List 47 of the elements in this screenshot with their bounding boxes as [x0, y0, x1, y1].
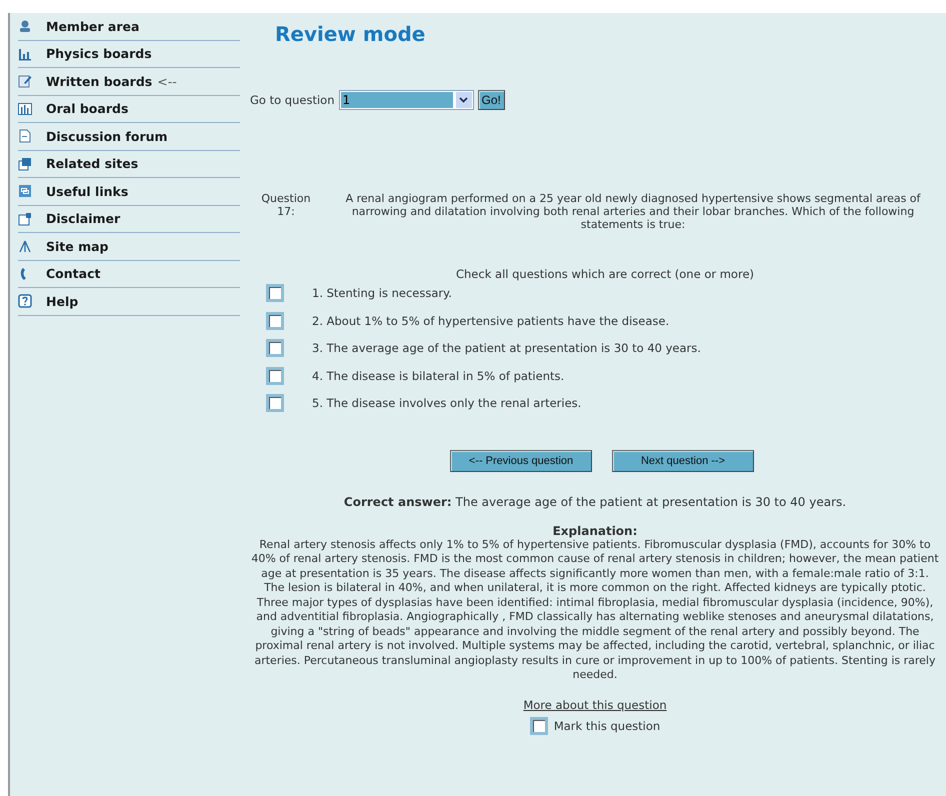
sidebar-link[interactable]: Discussion forum — [46, 128, 168, 144]
question-text: A renal angiogram performed on a 25 year old newly diagnosed hypertensive shows segmental areas of narrowing and dilatation involving both renal arteries and their lobar branches. Which of the following statements is true: — [344, 192, 922, 231]
sidebar-link[interactable]: Useful links — [46, 184, 128, 199]
sidebar-link[interactable]: Contact — [46, 266, 100, 282]
answer-option: 3. The average age of the patient at presentation is 30 to 40 years. — [312, 341, 701, 356]
explanation-heading: Explanation: — [552, 524, 638, 538]
bars-icon — [18, 46, 32, 61]
answer-option: 2. About 1% to 5% of hypertensive patients have the disease. — [312, 314, 670, 328]
mark-checkbox[interactable] — [530, 716, 548, 734]
help-icon — [18, 294, 32, 308]
answer-checkbox[interactable] — [266, 339, 284, 358]
question-number: Question 17: — [260, 192, 312, 220]
chart-icon — [18, 102, 32, 116]
next-question-button[interactable]: Next question --> — [612, 450, 754, 472]
instruction-text: Check all questions which are correct (one or more) — [456, 267, 754, 281]
answer-checkbox[interactable] — [266, 366, 284, 385]
answer-option: 4. The disease is bilateral in 5% of patients. — [312, 368, 564, 383]
sidebar-link[interactable]: Disclaimer — [46, 211, 120, 226]
note-icon — [18, 74, 32, 88]
question-select[interactable]: 1 — [338, 90, 474, 110]
go-button[interactable]: Go! — [478, 90, 505, 110]
answer-checkbox[interactable] — [266, 312, 284, 330]
doc-icon — [18, 129, 32, 144]
sidebar-link[interactable]: Help — [46, 294, 78, 309]
correct-answer: Correct answer: The average age of the patient at presentation is 30 to 40 years. — [344, 494, 846, 508]
answer-checkbox[interactable] — [266, 394, 284, 412]
chevron-down-icon — [459, 97, 468, 103]
tripod-icon — [18, 239, 32, 254]
sidebar-link[interactable]: Oral boards — [46, 101, 128, 116]
window-icon — [18, 156, 32, 171]
more-link[interactable]: More about this question — [523, 698, 667, 712]
link-icon — [18, 184, 32, 198]
answer-checkbox[interactable] — [266, 284, 284, 302]
previous-question-button[interactable]: <-- Previous question — [450, 450, 592, 472]
explanation-text: Renal artery stenosis affects only 1% to 5% of hypertensive patients. Fibromuscular dysplasia (FMD), accounts for 30% to 40% of renal artery stenosis. FMD is the most common cause of renal artery stenosis in children; however, the mean patient age at presentation is 35 years. The disease affects significantly more women than men, with a female:male ratio of 3:1. The lesion is bilateral in 40%, and when unilateral, it is more common on the right. Affected kidneys are typically ptotic. Three major types of dysplasias have been identified: intimal fibroplasia, medial fibromuscular dysplasia (incidence, 90%), and adventitial fibroplasia. Angiographically , FMD classically has alternating weblike stenoses and aneurysmal dilatations, giving a "string of beads" appearance and involving the middle segment of the renal artery and possibly beyond. The proximal renal artery is not involved. Multiple systems may be affected, including the carotid, vertebral, splanchnic, or iliac arteries. Percutaneous transluminal angioplasty results in cure or improvement in up to 100% of patients. Stenting is rarely needed. — [250, 538, 940, 682]
sidebar-link[interactable]: Physics boards — [46, 46, 152, 62]
mark-label: Mark this question — [554, 718, 660, 732]
answer-option: 5. The disease involves only the renal arteries. — [312, 396, 582, 410]
sidebar-link[interactable]: Site map — [46, 238, 108, 254]
page-title: Review mode — [275, 22, 426, 46]
sidebar-link[interactable]: Written boards — [46, 74, 152, 89]
current-marker: <-- — [157, 74, 177, 89]
sidebar-link[interactable]: Member area — [46, 18, 140, 34]
sidebar-link[interactable]: Related sites — [46, 156, 138, 172]
goto-label: Go to question — [250, 93, 334, 107]
answer-option: 1. Stenting is necessary. — [312, 286, 452, 300]
person-icon — [18, 19, 32, 34]
